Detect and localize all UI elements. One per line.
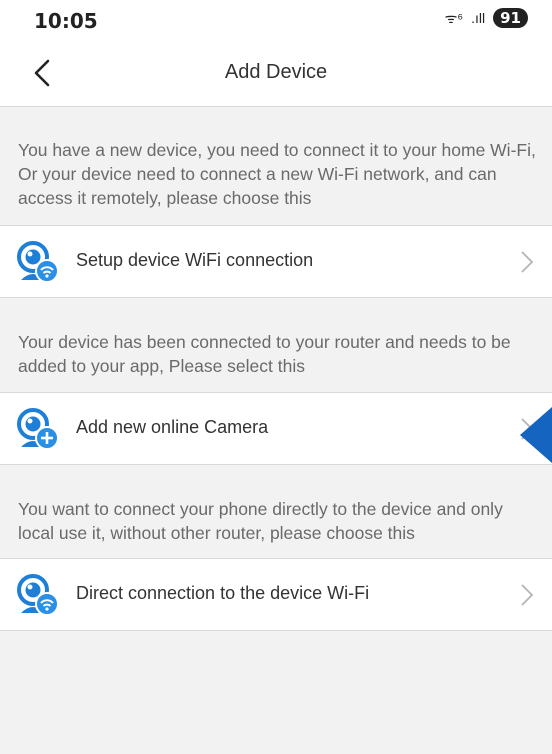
battery-icon: 91 [493, 8, 528, 28]
pointer-arrow-icon [520, 407, 552, 463]
add-online-camera-option[interactable]: Add new online Camera [0, 392, 552, 465]
wifi-icon: ᯤ⁶ [444, 9, 464, 26]
camera-wifi-icon [17, 241, 59, 283]
status-time: 10:05 [34, 9, 98, 33]
option-label: Setup device WiFi connection [76, 250, 314, 270]
option-label: Add new online Camera [76, 417, 269, 437]
camera-wifi-icon [17, 574, 59, 616]
wifi-setup-description: You have a new device, you need to conne… [18, 140, 536, 208]
nav-bar: Add Device [0, 40, 552, 107]
chevron-right-icon [521, 251, 534, 273]
setup-wifi-connection-option[interactable]: Setup device WiFi connection [0, 225, 552, 298]
direct-connection-description: You want to connect your phone directly … [18, 499, 503, 543]
option-label: Direct connection to the device Wi-Fi [76, 583, 370, 603]
chevron-right-icon [521, 584, 534, 606]
add-camera-description: Your device has been connected to your r… [18, 332, 511, 376]
camera-add-icon [17, 408, 59, 450]
signal-icon: .ıll [471, 10, 486, 26]
status-bar: 10:05 ᯤ⁶ .ıll 91 [0, 0, 552, 40]
direct-wifi-connection-option[interactable]: Direct connection to the device Wi-Fi [0, 558, 552, 631]
page-title: Add Device [224, 61, 328, 83]
status-icons: ᯤ⁶ .ıll 91 [445, 8, 528, 28]
